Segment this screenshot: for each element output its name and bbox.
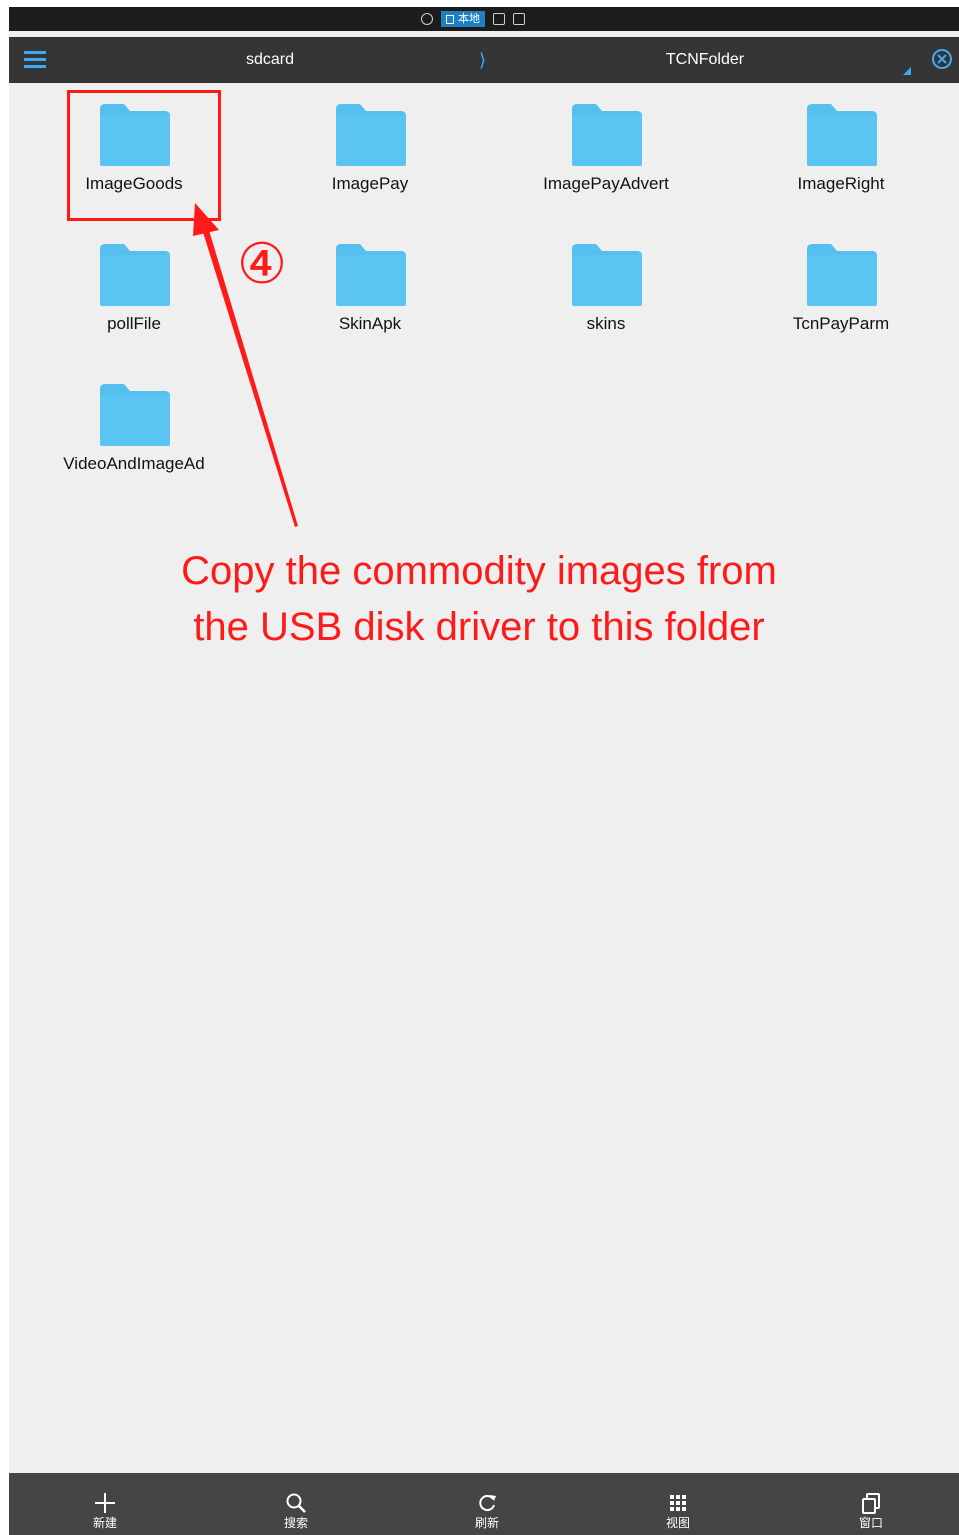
folder-label: ImageRight [797,174,885,193]
view-button-label: 视图 [665,1516,690,1530]
caption-line-2: the USB disk driver to this folder [193,605,765,649]
status-group: 本地 [421,10,525,28]
local-tab-label: 本地 [458,13,480,25]
refresh-icon [479,1495,496,1512]
folder-tcnpayparm[interactable]: TcnPayParm [723,241,959,361]
folder-skins[interactable]: skins [488,241,724,361]
grid-icon [670,1495,686,1511]
status-strip: 本地 [9,7,959,31]
folder-label: ImagePay [331,174,409,193]
folder-label: SkinApk [338,314,402,333]
dropdown-corner-icon[interactable] [903,67,911,75]
folder-label: VideoAndImageAd [63,454,205,473]
folder-pollfile[interactable]: pollFile [16,241,252,361]
folder-icon [807,244,877,306]
folder-imagepay[interactable]: ImagePay [252,101,488,221]
breadcrumb-separator: ⟩ [479,50,487,70]
folder-icon [807,104,877,166]
new-button[interactable]: 新建 [55,1473,155,1535]
home-icon[interactable] [421,13,433,25]
bottom-toolbar: 新建 搜索 刷新 视图 窗口 [9,1473,959,1535]
file-manager-window: 本地 sdcard ⟩ TCNFolder ImageGoods ImagePa… [9,7,959,1535]
folder-videoandimagead[interactable]: VideoAndImageAd [16,381,252,501]
windows-button-label: 窗口 [858,1516,883,1530]
phone-icon [446,14,454,24]
path-bar: sdcard ⟩ TCNFolder [9,37,959,83]
step-number: ④ [236,232,288,295]
search-button[interactable]: 搜索 [246,1473,346,1535]
new-button-label: 新建 [92,1516,117,1530]
folder-icon [336,244,406,306]
folder-label: skins [586,314,626,333]
highlight-box [67,90,221,221]
caption-line-1: Copy the commodity images from [181,549,777,593]
breadcrumb-tcnfolder[interactable]: TCNFolder [615,37,795,83]
folder-icon [572,244,642,306]
search-button-label: 搜索 [283,1516,308,1530]
network-icon[interactable] [513,13,525,25]
local-tab[interactable]: 本地 [441,11,485,27]
close-icon[interactable] [931,48,953,70]
folder-imageright[interactable]: ImageRight [723,101,959,221]
folder-icon [336,104,406,166]
search-icon [286,1493,306,1513]
menu-icon[interactable] [24,51,46,69]
refresh-button[interactable]: 刷新 [437,1473,537,1535]
annotation-caption: Copy the commodity images from the USB d… [69,543,889,655]
folder-label: ImagePayAdvert [543,174,669,193]
folder-imagepayadvert[interactable]: ImagePayAdvert [488,101,724,221]
windows-button[interactable]: 窗口 [821,1473,921,1535]
windows-icon [862,1493,880,1514]
plus-icon [95,1493,115,1513]
folder-icon [572,104,642,166]
folder-icon [100,384,170,446]
view-button[interactable]: 视图 [628,1473,728,1535]
device-icon[interactable] [493,13,505,25]
folder-label: TcnPayParm [792,314,890,333]
folder-label: pollFile [107,314,161,333]
refresh-button-label: 刷新 [474,1516,499,1530]
breadcrumb-sdcard[interactable]: sdcard [185,37,355,83]
folder-icon [100,244,170,306]
